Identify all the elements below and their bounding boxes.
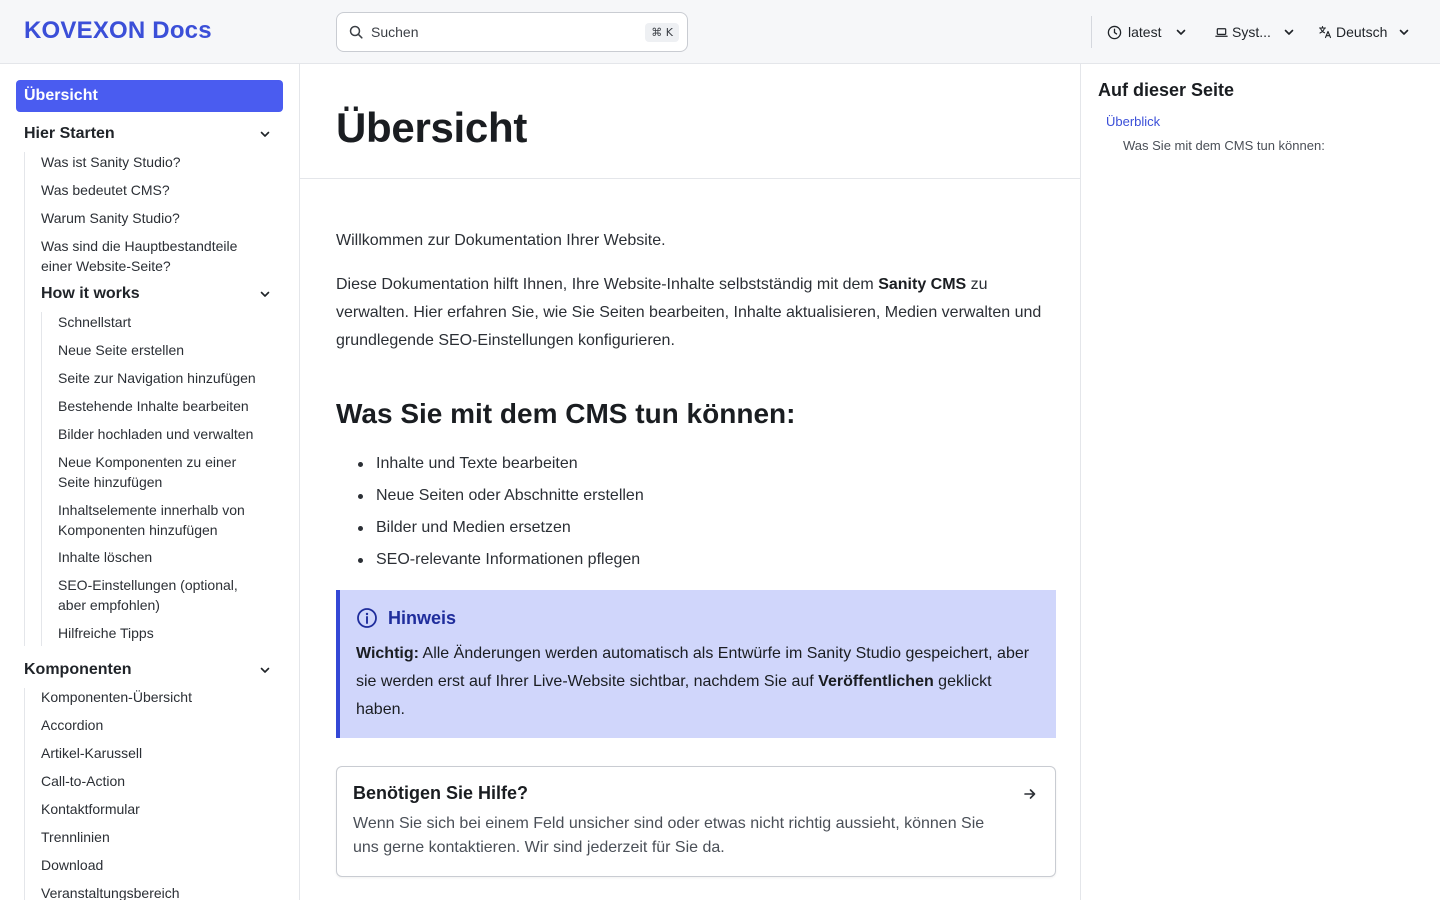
info-icon — [356, 607, 378, 629]
sidebar-item[interactable]: Trennlinien — [41, 828, 271, 848]
version-label: latest — [1128, 24, 1162, 40]
sidebar-item[interactable]: Warum Sanity Studio? — [41, 209, 271, 229]
intro-text: Willkommen zur Dokumentation Ihrer Websi… — [336, 232, 666, 249]
title-divider — [300, 178, 1080, 179]
sidebar-item[interactable]: Bestehende Inhalte bearbeiten — [58, 397, 273, 417]
translate-icon — [1318, 25, 1332, 39]
intro-paragraph: Diese Dokumentation hilft Ihnen, Ihre We… — [336, 271, 1056, 355]
sidebar-item[interactable]: Bilder hochladen und verwalten — [58, 425, 273, 445]
callout-header: Hinweis — [356, 606, 1036, 630]
sidebar-item[interactable]: Inhalte löschen — [58, 548, 273, 568]
table-of-contents: Auf dieser Seite Überblick Was Sie mit d… — [1080, 64, 1440, 900]
language-label: Deutsch — [1336, 24, 1388, 40]
list-item: SEO-relevante Informationen pflegen — [336, 546, 1036, 578]
search-icon — [349, 25, 363, 39]
sidebar-category-hier-starten[interactable]: Hier Starten — [24, 122, 276, 146]
sidebar-tree-line — [41, 312, 42, 646]
sidebar-item[interactable]: Kontaktformular — [41, 800, 271, 820]
paragraph-text: Diese Dokumentation hilft Ihnen, Ihre We… — [336, 276, 879, 293]
sidebar-category-label: Komponenten — [24, 661, 132, 678]
arrow-right-icon — [1023, 787, 1037, 801]
callout-bold: Veröffentlichen — [818, 673, 934, 690]
sidebar-item[interactable]: Artikel-Karussell — [41, 744, 271, 764]
laptop-icon — [1215, 27, 1228, 37]
sidebar-tree-line — [24, 152, 25, 646]
search-input[interactable]: Suchen ⌘ K — [336, 12, 688, 52]
help-card[interactable]: Benötigen Sie Hilfe? Wenn Sie sich bei e… — [336, 766, 1056, 877]
sidebar-item[interactable]: Neue Seite erstellen — [58, 341, 273, 361]
sidebar-category-komponenten[interactable]: Komponenten — [24, 658, 276, 682]
list-item: Neue Seiten oder Abschnitte erstellen — [336, 482, 1036, 514]
sidebar-item[interactable]: Hilfreiche Tipps — [58, 624, 273, 644]
paragraph-bold: Sanity CMS — [878, 276, 967, 293]
chevron-down-icon — [1284, 29, 1294, 35]
sidebar-item[interactable]: Call-to-Action — [41, 772, 271, 792]
chevron-down-icon — [259, 128, 271, 140]
toc-title: Auf dieser Seite — [1098, 80, 1235, 100]
sidebar-item[interactable]: Komponenten-Übersicht — [41, 688, 271, 708]
sidebar-category-how-it-works[interactable]: How it works — [41, 282, 276, 306]
version-select[interactable]: latest — [1107, 20, 1187, 44]
list-item: Bilder und Medien ersetzen — [336, 514, 1036, 546]
chevron-down-icon — [1400, 29, 1409, 35]
sidebar-item[interactable]: Seite zur Navigation hinzufügen — [58, 369, 273, 389]
sidebar-item[interactable]: Inhaltselemente innerhalb von Komponente… — [58, 501, 263, 540]
sidebar-item[interactable]: Veranstaltungsbereich — [41, 884, 271, 900]
sidebar-item[interactable]: Neue Komponenten zu einer Seite hinzufüg… — [58, 453, 258, 492]
callout-text: Wichtig: Alle Änderungen werden automati… — [356, 640, 1036, 724]
site-logo[interactable]: KOVEXON Docs — [24, 17, 212, 45]
search-placeholder: Suchen — [371, 24, 419, 40]
help-card-text: Wenn Sie sich bei einem Feld unsicher si… — [353, 815, 985, 856]
theme-label: Syst... — [1232, 24, 1271, 40]
top-header: KOVEXON Docs Suchen ⌘ K latest Syst... D… — [0, 0, 1440, 64]
search-shortcut-badge: ⌘ K — [645, 22, 679, 42]
sidebar-item[interactable]: Accordion — [41, 716, 271, 736]
help-card-title: Benötigen Sie Hilfe? — [353, 783, 529, 803]
sidebar-item[interactable]: Schnellstart — [58, 313, 273, 333]
sidebar-item[interactable]: Was ist Sanity Studio? — [41, 153, 271, 173]
toc-link-section[interactable]: Was Sie mit dem CMS tun können: — [1123, 138, 1325, 153]
info-callout: Hinweis Wichtig: Alle Änderungen werden … — [336, 590, 1056, 738]
list-item: Inhalte und Texte bearbeiten — [336, 450, 1036, 482]
sidebar-nav: Übersicht Hier Starten Was ist Sanity St… — [0, 64, 300, 900]
sidebar-item[interactable]: SEO-Einstellungen (optional, aber empfoh… — [58, 576, 258, 615]
sidebar-item[interactable]: Was sind die Hauptbestandteile einer Web… — [41, 237, 256, 276]
section-heading: Was Sie mit dem CMS tun können: — [336, 398, 796, 429]
toc-link-ueberblick[interactable]: Überblick — [1106, 114, 1160, 129]
header-divider — [1091, 16, 1092, 48]
callout-title: Hinweis — [388, 607, 457, 628]
callout-bold: Wichtig: — [356, 645, 419, 662]
clock-icon — [1107, 25, 1122, 39]
theme-select[interactable]: Syst... — [1215, 20, 1295, 44]
main-content: Übersicht Willkommen zur Dokumentation I… — [300, 64, 1080, 900]
page-title: Übersicht — [336, 104, 528, 151]
chevron-down-icon — [259, 288, 271, 300]
sidebar-item[interactable]: Was bedeutet CMS? — [41, 181, 271, 201]
sidebar-category-label: How it works — [41, 285, 140, 302]
sidebar-category-label: Hier Starten — [24, 125, 115, 142]
sidebar-item-uebersicht[interactable]: Übersicht — [16, 80, 283, 112]
chevron-down-icon — [259, 664, 271, 676]
sidebar-item[interactable]: Download — [41, 856, 271, 876]
sidebar-tree-line — [24, 688, 25, 900]
chevron-down-icon — [1177, 29, 1186, 35]
language-select[interactable]: Deutsch — [1318, 20, 1410, 44]
feature-list: Inhalte und Texte bearbeiten Neue Seiten… — [336, 450, 1036, 578]
